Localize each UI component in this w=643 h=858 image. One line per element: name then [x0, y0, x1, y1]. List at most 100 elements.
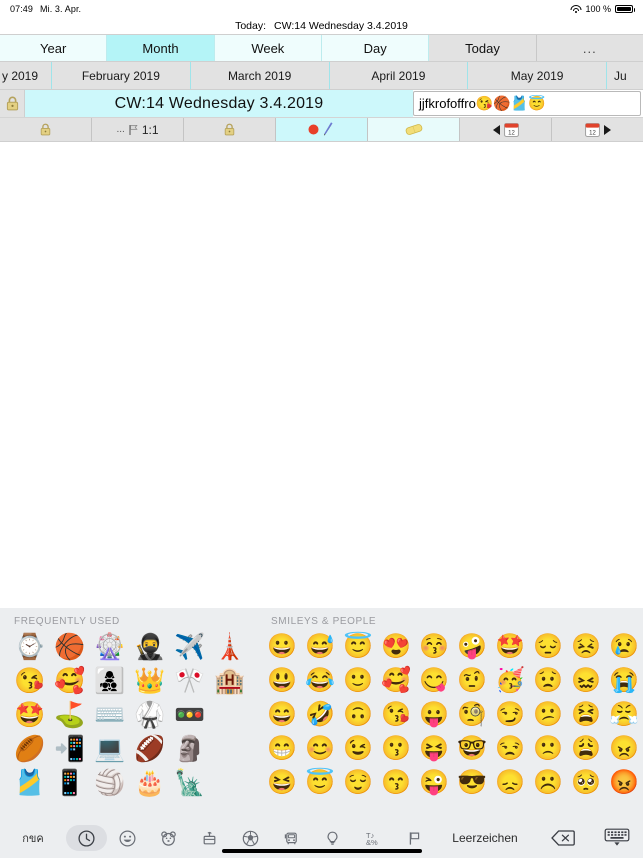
- food-category-button[interactable]: [189, 825, 230, 851]
- emoji-cell[interactable]: 😞: [491, 766, 529, 800]
- emoji-cell[interactable]: 🎽: [10, 766, 50, 800]
- month-cell-june[interactable]: Ju: [607, 62, 643, 89]
- emoji-cell[interactable]: 🗿: [170, 732, 210, 766]
- emoji-cell[interactable]: 😙: [377, 766, 415, 800]
- emoji-cell[interactable]: 😃: [263, 664, 301, 698]
- emoji-cell[interactable]: 🤪: [453, 630, 491, 664]
- emoji-cell[interactable]: 🤣: [301, 698, 339, 732]
- emoji-cell[interactable]: 🤩: [491, 630, 529, 664]
- emoji-cell[interactable]: 😘: [10, 664, 50, 698]
- emoji-cell[interactable]: 😏: [491, 698, 529, 732]
- emoji-cell[interactable]: [210, 698, 250, 732]
- emoji-cell[interactable]: 😖: [567, 664, 605, 698]
- emoji-cell[interactable]: 😜: [415, 766, 453, 800]
- emoji-cell[interactable]: ☹️: [529, 766, 567, 800]
- emoji-cell[interactable]: 😭: [605, 664, 643, 698]
- emoji-cell[interactable]: 🙃: [339, 698, 377, 732]
- emoji-cell[interactable]: 💻: [90, 732, 130, 766]
- smileys-category-button[interactable]: [107, 825, 148, 851]
- emoji-cell[interactable]: 😁: [263, 732, 301, 766]
- lock-left-button[interactable]: [0, 118, 92, 141]
- emoji-cell[interactable]: 🗽: [170, 766, 210, 800]
- language-switch-button[interactable]: กขค: [0, 829, 66, 847]
- tab-day[interactable]: Day: [321, 35, 430, 61]
- emoji-cell[interactable]: 😉: [339, 732, 377, 766]
- animals-category-button[interactable]: [148, 825, 189, 851]
- emoji-cell[interactable]: 😠: [605, 732, 643, 766]
- month-cell-march[interactable]: March 2019: [190, 62, 330, 89]
- emoji-cell[interactable]: 🎌: [170, 664, 210, 698]
- emoji-cell[interactable]: 🥳: [491, 664, 529, 698]
- emoji-cell[interactable]: 😊: [301, 732, 339, 766]
- emoji-cell[interactable]: 🏈: [130, 732, 170, 766]
- emoji-cell[interactable]: 😇: [301, 766, 339, 800]
- emoji-cell[interactable]: 😔: [529, 630, 567, 664]
- emoji-cell[interactable]: 😘: [377, 698, 415, 732]
- emoji-cell[interactable]: 😅: [301, 630, 339, 664]
- emoji-cell[interactable]: 🤩: [10, 698, 50, 732]
- month-cell-april[interactable]: April 2019: [329, 62, 469, 89]
- objects-category-button[interactable]: [312, 825, 353, 851]
- emoji-cell[interactable]: 🎂: [130, 766, 170, 800]
- emoji-cell[interactable]: ✈️: [170, 630, 210, 664]
- emoji-cell[interactable]: 😂: [301, 664, 339, 698]
- emoji-cell[interactable]: 🥰: [50, 664, 90, 698]
- emoji-cell[interactable]: 🙁: [529, 732, 567, 766]
- lock-icon[interactable]: [0, 90, 25, 117]
- emoji-cell[interactable]: 😌: [339, 766, 377, 800]
- emoji-cell[interactable]: 🥰: [377, 664, 415, 698]
- emoji-cell[interactable]: 🥷: [130, 630, 170, 664]
- flags-category-button[interactable]: [394, 825, 435, 851]
- emoji-cell[interactable]: 😕: [529, 698, 567, 732]
- emoji-cell[interactable]: [210, 732, 250, 766]
- space-key[interactable]: Leerzeichen: [435, 831, 535, 845]
- month-scroll-row[interactable]: y 2019 February 2019 March 2019 April 20…: [0, 62, 643, 90]
- emoji-cell[interactable]: 🚥: [170, 698, 210, 732]
- emoji-cell[interactable]: 😣: [567, 630, 605, 664]
- emoji-cell[interactable]: 🙂: [339, 664, 377, 698]
- emoji-cell[interactable]: 😀: [263, 630, 301, 664]
- emoji-cell[interactable]: ⌚: [10, 630, 50, 664]
- travel-category-button[interactable]: [271, 825, 312, 851]
- zoom-ratio-button[interactable]: ... 1:1: [92, 118, 184, 141]
- emoji-cell[interactable]: 😋: [415, 664, 453, 698]
- emoji-cell[interactable]: ⌨️: [90, 698, 130, 732]
- emoji-cell[interactable]: 😝: [415, 732, 453, 766]
- emoji-cell[interactable]: 😗: [377, 732, 415, 766]
- emoji-cell[interactable]: 😄: [263, 698, 301, 732]
- cw-text-input[interactable]: jjfkrofoffro 😘🏀🎽😇: [413, 91, 641, 116]
- emoji-cell[interactable]: 👩‍👧‍👦: [90, 664, 130, 698]
- emoji-scroll-area[interactable]: FREQUENTLY USED ⌚ 😘 🤩 🏉 🎽 🏀 🥰 ⛳ 📲 📱 🎡 👩‍…: [0, 608, 643, 818]
- eraser-tool-button[interactable]: [368, 118, 460, 141]
- activity-category-button[interactable]: [230, 825, 271, 851]
- month-cell-may[interactable]: May 2019: [468, 62, 607, 89]
- emoji-cell[interactable]: 🏨: [210, 664, 250, 698]
- emoji-cell[interactable]: 😒: [491, 732, 529, 766]
- emoji-cell[interactable]: 🥺: [567, 766, 605, 800]
- emoji-cell[interactable]: 😩: [567, 732, 605, 766]
- emoji-cell[interactable]: 😤: [605, 698, 643, 732]
- emoji-cell[interactable]: 🤨: [453, 664, 491, 698]
- pen-tool-button[interactable]: [276, 118, 368, 141]
- emoji-cell[interactable]: 😆: [263, 766, 301, 800]
- emoji-cell[interactable]: 😟: [529, 664, 567, 698]
- emoji-cell[interactable]: 😢: [605, 630, 643, 664]
- tab-today[interactable]: Today: [429, 35, 537, 61]
- symbols-category-button[interactable]: T♪ &%: [353, 825, 394, 851]
- emoji-cell[interactable]: 📱: [50, 766, 90, 800]
- emoji-cell[interactable]: 🥋: [130, 698, 170, 732]
- emoji-cell[interactable]: [210, 766, 250, 800]
- drawing-canvas[interactable]: [0, 142, 643, 604]
- emoji-cell[interactable]: 😡: [605, 766, 643, 800]
- emoji-cell[interactable]: ⛳: [50, 698, 90, 732]
- emoji-cell[interactable]: 😚: [415, 630, 453, 664]
- recent-category-button[interactable]: [66, 825, 107, 851]
- month-cell-february[interactable]: February 2019: [52, 62, 191, 89]
- emoji-cell[interactable]: 👑: [130, 664, 170, 698]
- emoji-cell[interactable]: 😇: [339, 630, 377, 664]
- emoji-cell[interactable]: 😫: [567, 698, 605, 732]
- emoji-cell[interactable]: 😍: [377, 630, 415, 664]
- emoji-cell[interactable]: 🏀: [50, 630, 90, 664]
- emoji-cell[interactable]: 🎡: [90, 630, 130, 664]
- previous-calendar-button[interactable]: 12: [460, 118, 552, 141]
